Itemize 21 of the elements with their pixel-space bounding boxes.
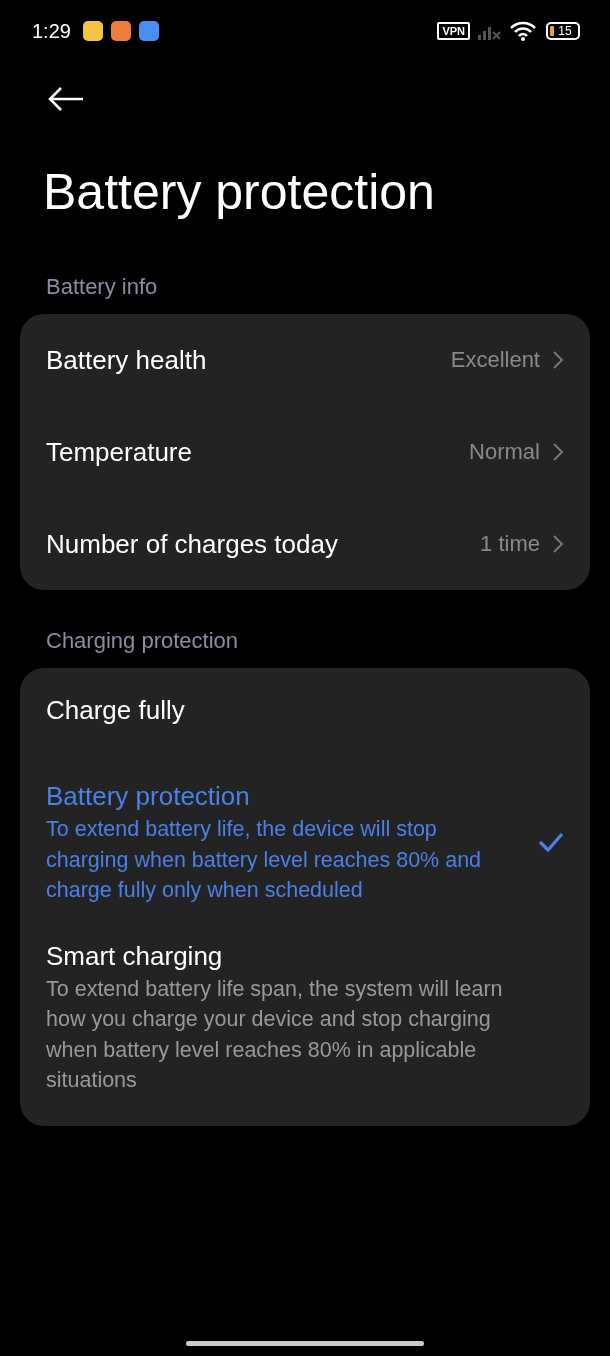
- charging-option[interactable]: Smart charging To extend battery life span, the system will learn how you charge your device and stop charging when battery level reaches 80% in applicable situations: [20, 913, 590, 1104]
- chevron-right-icon: [552, 442, 564, 462]
- settings-row[interactable]: Battery health Excellent: [20, 314, 590, 406]
- charging-option[interactable]: Battery protection To extend battery life, the device will stop charging when battery level reaches 80% and charge fully only when scheduled: [20, 754, 590, 914]
- charging-option[interactable]: Charge fully: [20, 668, 590, 754]
- app-notification-icon: [82, 21, 103, 41]
- status-time: 1:29: [32, 19, 71, 43]
- section-header: Charging protection: [46, 627, 239, 655]
- app-notification-icon: [110, 21, 131, 41]
- back-arrow-icon[interactable]: [47, 86, 85, 112]
- settings-row[interactable]: Temperature Normal: [20, 406, 590, 498]
- page-title: Battery protection: [43, 163, 436, 222]
- app-notification-icon: [138, 21, 159, 41]
- wifi-icon: [510, 21, 536, 41]
- chevron-right-icon: [552, 350, 564, 370]
- section-header: Battery info: [46, 273, 159, 301]
- battery-icon: 15: [546, 22, 580, 40]
- checkmark-icon: [538, 831, 564, 852]
- vpn-badge: VPN: [437, 22, 470, 40]
- settings-row[interactable]: Number of charges today 1 time: [20, 498, 590, 590]
- chevron-right-icon: [552, 534, 564, 554]
